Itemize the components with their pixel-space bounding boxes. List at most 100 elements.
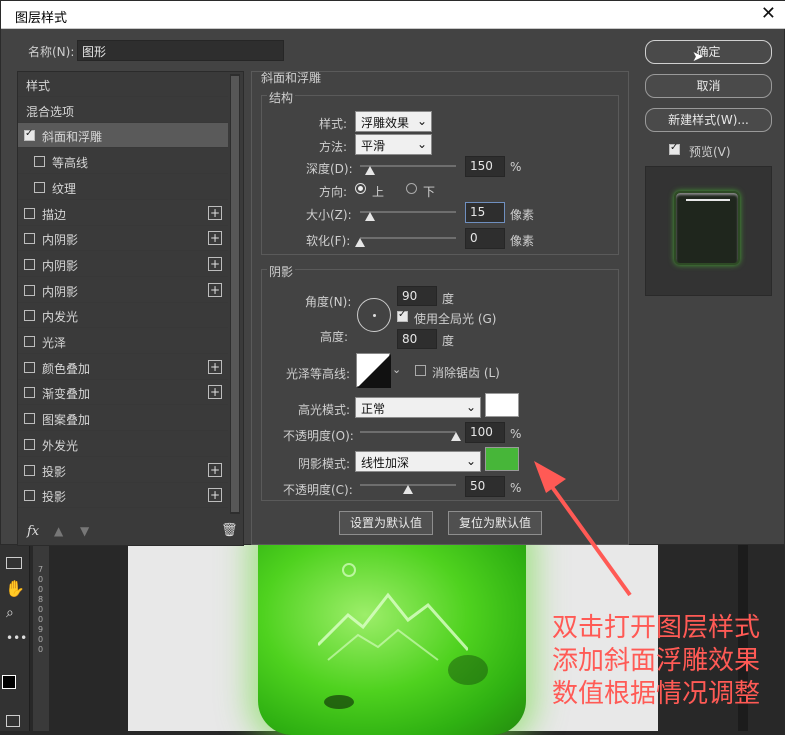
soften-input[interactable]: 0 [465,228,505,249]
sidebar-item-checkbox[interactable] [24,336,35,347]
sidebar-item-label: 投影 [42,490,67,505]
soften-unit: 像素 [510,234,535,248]
direction-down-label: 下 [423,185,436,199]
sidebar-item[interactable]: 光泽 [18,329,228,354]
name-input[interactable]: 图形 [77,40,284,61]
foreground-color-icon[interactable] [2,675,16,689]
close-icon[interactable]: ✕ [761,3,776,24]
size-input[interactable]: 15 [465,202,505,223]
sidebar-item-checkbox[interactable] [24,310,35,322]
soften-slider-track[interactable] [360,237,456,239]
preview-checkbox[interactable]: ✓ [669,142,680,155]
highlight-mode-select[interactable]: 正常 ⌄ [355,397,481,418]
sidebar-item[interactable]: 渐变叠加 + [18,380,228,406]
sidebar-item-checkbox[interactable] [24,490,35,502]
sidebar-item[interactable]: 外发光 [18,432,228,457]
style-select[interactable]: 浮雕效果 ⌄ [355,111,432,132]
gloss-contour-preview[interactable] [356,353,391,388]
sidebar-item-checkbox[interactable] [24,284,35,296]
direction-up-radio[interactable] [355,183,366,194]
sidebar-item[interactable]: 内阴影 + [18,252,228,277]
add-effect-icon[interactable]: + [208,205,222,220]
style-list-panel: 样式混合选项斜面和浮雕等高线纹理描边 + 内阴影 + 内阴影 + 内阴影 + 内发光光泽颜色叠加… [17,71,244,546]
sidebar-item-checkbox[interactable] [24,258,35,270]
highlight-mode-value: 正常 [361,402,386,416]
sidebar-item[interactable]: 等高线 [18,149,228,175]
sidebar-item-checkbox[interactable] [34,181,45,193]
move-up-icon[interactable]: ▲ [54,524,63,538]
sidebar-item[interactable]: 投影 + [18,483,228,509]
sidebar-item-label: 内阴影 [42,258,79,273]
sidebar-item-checkbox[interactable] [24,207,35,219]
hand-tool-icon[interactable]: ✋ [5,579,25,598]
ruler-digit: 0 [38,575,44,584]
set-default-button[interactable]: 设置为默认值 [339,511,433,535]
altitude-input[interactable]: 80 [397,329,437,349]
depth-input[interactable]: 150 [465,156,505,177]
highlight-opacity-thumb[interactable] [451,432,461,441]
add-effect-icon[interactable]: + [208,359,222,374]
shadow-opacity-thumb[interactable] [403,485,413,494]
move-down-icon[interactable]: ▼ [80,524,89,538]
sidebar-item[interactable]: 描边 + [18,201,228,226]
sidebar-item[interactable]: 样式 [18,72,228,97]
sidebar-item[interactable]: 斜面和浮雕 [18,123,228,149]
sidebar-item[interactable]: 颜色叠加 + [18,355,228,380]
sidebar-item[interactable]: 内阴影 + [18,278,228,303]
sidebar-item-checkbox[interactable] [34,156,45,168]
highlight-color-swatch[interactable] [485,393,519,417]
quick-mask-icon[interactable] [6,715,20,727]
chevron-down-icon[interactable]: ⌄ [392,363,401,376]
shadow-opacity-label: 不透明度(C): [283,483,353,497]
add-effect-icon[interactable]: + [208,231,222,246]
angle-label: 角度(N): [305,295,352,309]
sidebar-item-checkbox[interactable] [24,233,35,245]
global-light-checkbox[interactable]: ✓ [397,309,408,322]
highlight-opacity-track[interactable] [360,431,456,433]
sidebar-item-checkbox[interactable] [24,438,35,450]
ruler-digit: 0 [38,605,44,614]
sidebar-item-label: 等高线 [52,156,89,171]
shadow-mode-select[interactable]: 线性加深 ⌄ [355,451,481,472]
add-effect-icon[interactable]: + [208,385,222,400]
marquee-tool-icon[interactable] [6,557,22,569]
sidebar-item-checkbox[interactable] [24,361,35,373]
trash-icon[interactable]: 🗑 [221,523,238,538]
direction-down-radio[interactable] [406,183,417,194]
sidebar-item[interactable]: 纹理 [18,175,228,200]
sidebar-item-checkbox[interactable] [24,464,35,476]
sidebar-item[interactable]: 内阴影 + [18,226,228,252]
shadow-color-swatch[interactable] [485,447,519,471]
depth-slider-thumb[interactable] [364,166,375,175]
angle-dial[interactable] [357,298,391,332]
fx-icon[interactable]: fx [27,524,39,539]
list-scrollbar[interactable] [230,74,240,514]
size-slider-thumb[interactable] [364,212,375,221]
sidebar-item-checkbox[interactable] [24,128,35,142]
add-effect-icon[interactable]: + [208,256,222,271]
new-style-button[interactable]: 新建样式(W)... [645,108,772,132]
cancel-button[interactable]: 取消 [645,74,772,98]
add-effect-icon[interactable]: + [208,282,222,297]
ok-button[interactable]: 确定 [645,40,772,64]
zoom-tool-icon[interactable]: ⌕ [6,605,14,621]
soften-slider-thumb[interactable] [355,238,365,247]
soften-label: 软化(F): [306,234,351,248]
technique-select[interactable]: 平滑 ⌄ [355,134,432,155]
highlight-opacity-input[interactable]: 100 [465,422,505,443]
add-effect-icon[interactable]: + [208,488,222,503]
mouse-cursor-icon: ➤ [692,49,704,65]
shadow-opacity-input[interactable]: 50 [465,476,505,497]
sidebar-item-checkbox[interactable] [24,413,35,425]
depth-label: 深度(D): [306,162,353,176]
more-tools-icon[interactable]: ••• [6,631,27,645]
sidebar-item[interactable]: 混合选项 [18,98,228,123]
sidebar-item-checkbox[interactable] [24,387,35,399]
angle-input[interactable]: 90 [397,286,437,306]
sidebar-item[interactable]: 内发光 [18,303,228,329]
sidebar-item[interactable]: 图案叠加 [18,406,228,432]
add-effect-icon[interactable]: + [208,462,222,477]
sidebar-item[interactable]: 投影 + [18,458,228,483]
antialias-checkbox[interactable] [415,365,426,376]
style-select-value: 浮雕效果 [361,116,410,130]
